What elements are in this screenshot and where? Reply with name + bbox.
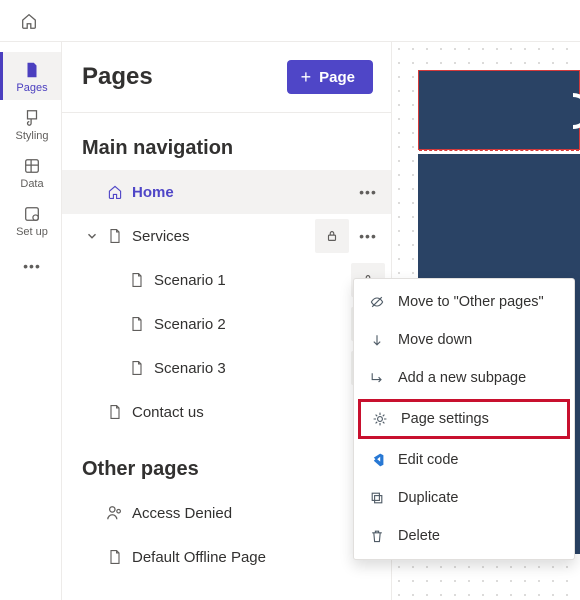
tree-row-offline[interactable]: Default Offline Page <box>62 535 391 579</box>
menu-page-settings[interactable]: Page settings <box>358 399 570 439</box>
menu-label: Move to "Other pages" <box>398 294 544 310</box>
app-topbar <box>0 0 580 42</box>
tree-row-home[interactable]: Home ••• <box>62 170 391 214</box>
menu-edit-code[interactable]: Edit code <box>354 441 574 479</box>
tree-label: Access Denied <box>126 505 385 522</box>
lock-icon[interactable] <box>315 219 349 253</box>
rail-overflow[interactable]: ••• <box>0 248 61 284</box>
section-other-pages: Other pages <box>62 434 391 491</box>
arrow-down-icon <box>368 331 386 349</box>
page-icon <box>104 228 126 244</box>
panel-header: Pages + Page <box>62 42 391 113</box>
rail-item-setup[interactable]: Set up <box>0 196 61 244</box>
gear-icon <box>371 410 389 428</box>
rail-label: Pages <box>16 82 47 94</box>
tree-label: Scenario 3 <box>148 360 351 377</box>
canvas-logo-circle <box>555 93 580 129</box>
page-solid-icon <box>22 60 42 80</box>
menu-add-subpage[interactable]: Add a new subpage <box>354 359 574 397</box>
rail-label: Data <box>20 178 43 190</box>
page-icon <box>104 404 126 420</box>
eye-off-icon <box>368 293 386 311</box>
menu-move-down[interactable]: Move down <box>354 321 574 359</box>
panel-title: Pages <box>82 63 153 91</box>
page-icon <box>126 316 148 332</box>
tree-label: Scenario 2 <box>148 316 351 333</box>
grid-icon <box>22 156 42 176</box>
ellipsis-icon: ••• <box>22 256 42 276</box>
more-icon[interactable]: ••• <box>351 175 385 209</box>
context-menu: Move to "Other pages" Move down Add a ne… <box>353 278 575 560</box>
nav-rail: Pages Styling Data Set up ••• <box>0 42 62 600</box>
pages-panel: Pages + Page Main navigation Home ••• Se… <box>62 42 392 600</box>
menu-label: Add a new subpage <box>398 370 526 386</box>
canvas-header-block[interactable] <box>418 70 580 150</box>
add-page-label: Page <box>319 69 355 86</box>
duplicate-icon <box>368 489 386 507</box>
plus-icon: + <box>301 68 312 86</box>
home-icon <box>104 184 126 200</box>
menu-move-other[interactable]: Move to "Other pages" <box>354 283 574 321</box>
trash-icon <box>368 527 386 545</box>
rail-label: Styling <box>15 130 48 142</box>
tree-label: Contact us <box>126 404 385 421</box>
menu-label: Edit code <box>398 452 458 468</box>
rail-label: Set up <box>16 226 48 238</box>
tree-row-scenario3[interactable]: Scenario 3 <box>62 346 391 390</box>
tree-row-services[interactable]: Services ••• <box>62 214 391 258</box>
add-page-button[interactable]: + Page <box>287 60 373 94</box>
menu-delete[interactable]: Delete <box>354 517 574 555</box>
rail-item-data[interactable]: Data <box>0 148 61 196</box>
page-icon <box>126 360 148 376</box>
rail-item-styling[interactable]: Styling <box>0 100 61 148</box>
gear-grid-icon <box>22 204 42 224</box>
tree-row-contact[interactable]: Contact us <box>62 390 391 434</box>
tree-label: Services <box>126 228 315 245</box>
tree-row-scenario1[interactable]: Scenario 1 <box>62 258 391 302</box>
page-icon <box>104 549 126 565</box>
subpage-icon <box>368 369 386 387</box>
chevron-down-icon[interactable] <box>80 229 104 243</box>
section-main-nav: Main navigation <box>62 113 391 170</box>
person-icon <box>104 504 126 522</box>
menu-duplicate[interactable]: Duplicate <box>354 479 574 517</box>
menu-label: Duplicate <box>398 490 458 506</box>
tree-label: Default Offline Page <box>126 549 385 566</box>
tree-row-access-denied[interactable]: Access Denied <box>62 491 391 535</box>
page-icon <box>126 272 148 288</box>
menu-label: Move down <box>398 332 472 348</box>
tree-label: Scenario 1 <box>148 272 351 289</box>
menu-label: Page settings <box>401 411 489 427</box>
brush-icon <box>22 108 42 128</box>
rail-item-pages[interactable]: Pages <box>0 52 61 100</box>
tree-label: Home <box>126 184 351 201</box>
menu-label: Delete <box>398 528 440 544</box>
vscode-icon <box>368 451 386 469</box>
more-icon[interactable]: ••• <box>351 219 385 253</box>
home-icon[interactable] <box>20 12 38 30</box>
tree-row-scenario2[interactable]: Scenario 2 <box>62 302 391 346</box>
